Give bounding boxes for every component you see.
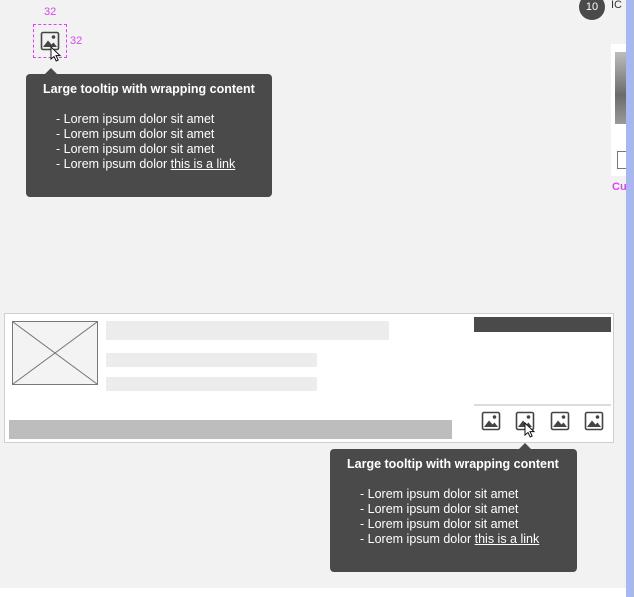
tooltip-bottom: Large tooltip with wrapping content - Lo…: [330, 443, 577, 572]
pointer-cursor-icon: [50, 46, 62, 62]
tooltip-title: Large tooltip with wrapping content: [43, 82, 255, 96]
tooltip-list: - Lorem ipsum dolor sit amet - Lorem ips…: [347, 487, 577, 547]
header-side-text: IC: [611, 0, 622, 11]
tooltip-link[interactable]: this is a link: [171, 157, 236, 171]
tooltip-list-item: - Lorem ipsum dolor sit amet: [360, 502, 519, 516]
side-card[interactable]: [611, 44, 626, 176]
tooltip-list-item: - Lorem ipsum dolor this is a link: [56, 157, 272, 172]
tooltip-list-item-text: - Lorem ipsum dolor: [56, 157, 171, 171]
tooltip-list-item: - Lorem ipsum dolor sit amet: [360, 487, 519, 501]
tooltip-top: Large tooltip with wrapping content - Lo…: [26, 68, 272, 197]
width-measure-label: 32: [44, 6, 57, 18]
side-card-chip[interactable]: [617, 151, 626, 169]
avatar[interactable]: 10: [579, 0, 605, 20]
image-icon[interactable]: [550, 411, 570, 431]
image-icon[interactable]: [584, 411, 604, 431]
tooltip-list-item: - Lorem ipsum dolor this is a link: [360, 532, 577, 547]
tooltip-list-item: - Lorem ipsum dolor sit amet: [56, 112, 215, 126]
side-card-label: Cu: [612, 181, 627, 193]
tooltip-arrow: [518, 443, 532, 450]
skeleton-line: [106, 353, 317, 367]
progress-bar: [9, 420, 452, 439]
side-card-photo: [615, 52, 626, 124]
tooltip-arrow: [44, 68, 58, 75]
tooltip-list-item: - Lorem ipsum dolor sit amet: [56, 142, 215, 156]
height-measure-label: 32: [70, 35, 83, 47]
tooltip-title: Large tooltip with wrapping content: [347, 457, 559, 471]
divider: [474, 404, 611, 406]
image-placeholder: [12, 321, 98, 385]
image-icon[interactable]: [481, 411, 501, 431]
tooltip-list-item-text: - Lorem ipsum dolor: [360, 532, 475, 546]
bottom-strip: [0, 588, 634, 597]
content-card: [4, 313, 614, 443]
skeleton-title: [106, 321, 389, 340]
tooltip-link[interactable]: this is a link: [475, 532, 540, 546]
tooltip-list: - Lorem ipsum dolor sit amet - Lorem ips…: [43, 112, 272, 172]
scrollbar[interactable]: [626, 0, 634, 597]
skeleton-line: [106, 377, 317, 391]
tooltip-list-item: - Lorem ipsum dolor sit amet: [56, 127, 215, 141]
header-bar: [474, 317, 611, 332]
pointer-cursor-icon: [524, 422, 536, 438]
tooltip-list-item: - Lorem ipsum dolor sit amet: [360, 517, 519, 531]
